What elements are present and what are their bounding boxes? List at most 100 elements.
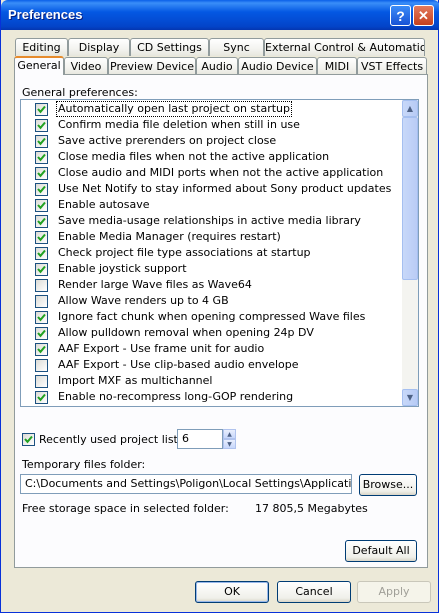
checkmark-icon bbox=[37, 265, 46, 274]
option-row[interactable]: Allow Wave renders up to 4 GB bbox=[21, 293, 404, 309]
option-label: Close audio and MIDI ports when not the … bbox=[58, 166, 384, 179]
option-row[interactable]: Ignore fact chunk when opening compresse… bbox=[21, 309, 404, 325]
close-icon: ✕ bbox=[418, 7, 429, 23]
option-checkbox[interactable] bbox=[35, 135, 48, 148]
option-row[interactable]: Enable autosave bbox=[21, 197, 404, 213]
option-label: Enable autosave bbox=[58, 198, 150, 211]
default-all-button[interactable]: Default All bbox=[345, 540, 417, 562]
chevron-down-icon: ▼ bbox=[406, 393, 414, 402]
general-preferences-heading: General preferences: bbox=[22, 86, 138, 99]
tab-external-control[interactable]: External Control & Automation bbox=[264, 38, 425, 56]
option-checkbox[interactable] bbox=[35, 247, 48, 260]
option-row[interactable]: Enable no-recompress long-GOP rendering bbox=[21, 389, 404, 405]
tab-cd-settings[interactable]: CD Settings bbox=[130, 38, 209, 56]
tab-display[interactable]: Display bbox=[68, 38, 130, 56]
option-label: Render large Wave files as Wave64 bbox=[58, 278, 252, 291]
option-row[interactable]: Allow pulldown removal when opening 24p … bbox=[21, 325, 404, 341]
option-row[interactable]: Close audio and MIDI ports when not the … bbox=[21, 165, 404, 181]
temp-folder-label: Temporary files folder: bbox=[22, 458, 146, 471]
cancel-button[interactable]: Cancel bbox=[277, 581, 351, 603]
checkmark-icon bbox=[37, 153, 46, 162]
tab-vst-effects[interactable]: VST Effects bbox=[357, 57, 427, 75]
option-label: Close media files when not the active ap… bbox=[58, 150, 330, 163]
option-row[interactable]: Enable joystick support bbox=[21, 261, 404, 277]
free-space-label: Free storage space in selected folder: bbox=[22, 502, 229, 515]
option-checkbox[interactable] bbox=[35, 199, 48, 212]
tab-audio-device[interactable]: Audio Device bbox=[238, 57, 317, 75]
option-row[interactable]: AAF Export - Use frame unit for audio bbox=[21, 341, 404, 357]
close-button[interactable]: ✕ bbox=[413, 5, 434, 26]
option-checkbox[interactable] bbox=[35, 327, 48, 340]
scroll-thumb[interactable] bbox=[402, 117, 418, 280]
title-bar[interactable]: Preferences ? ✕ bbox=[1, 0, 439, 30]
option-checkbox[interactable] bbox=[35, 263, 48, 276]
option-checkbox[interactable] bbox=[35, 391, 48, 404]
option-row[interactable]: Close media files when not the active ap… bbox=[21, 149, 404, 165]
option-label: Use Net Notify to stay informed about So… bbox=[58, 182, 392, 195]
option-checkbox[interactable] bbox=[35, 231, 48, 244]
scroll-up-button[interactable]: ▲ bbox=[402, 100, 418, 117]
tab-preview-device[interactable]: Preview Device bbox=[108, 57, 196, 75]
option-checkbox[interactable] bbox=[35, 359, 48, 372]
option-row[interactable]: AAF Export - Use clip-based audio envelo… bbox=[21, 357, 404, 373]
tab-video[interactable]: Video bbox=[64, 57, 108, 75]
question-icon: ? bbox=[396, 7, 405, 24]
scroll-down-button[interactable]: ▼ bbox=[402, 389, 418, 406]
option-checkbox[interactable] bbox=[35, 311, 48, 324]
preferences-window: Preferences ? ✕ Editing Display CD Setti… bbox=[0, 0, 439, 613]
option-label: Automatically open last project on start… bbox=[55, 101, 293, 117]
option-row[interactable]: Save active prerenders on project close bbox=[21, 133, 404, 149]
option-label: Enable Media Manager (requires restart) bbox=[58, 230, 281, 243]
checkmark-icon bbox=[37, 201, 46, 210]
option-row[interactable]: Import MXF as multichannel bbox=[21, 373, 404, 389]
checkmark-icon bbox=[37, 105, 46, 114]
option-row[interactable]: Render large Wave files as Wave64 bbox=[21, 277, 404, 293]
option-checkbox[interactable] bbox=[35, 151, 48, 164]
tab-editing[interactable]: Editing bbox=[15, 38, 68, 56]
option-checkbox[interactable] bbox=[35, 295, 48, 308]
option-checkbox[interactable] bbox=[35, 375, 48, 388]
help-button[interactable]: ? bbox=[390, 5, 411, 26]
option-label: Allow Wave renders up to 4 GB bbox=[58, 294, 229, 307]
option-row[interactable]: Confirm media file deletion when still i… bbox=[21, 117, 404, 133]
option-checkbox[interactable] bbox=[35, 103, 48, 116]
option-row[interactable]: Enable Media Manager (requires restart) bbox=[21, 229, 404, 245]
apply-button[interactable]: Apply bbox=[357, 581, 431, 603]
option-row[interactable]: Save media-usage relationships in active… bbox=[21, 213, 404, 229]
tab-audio[interactable]: Audio bbox=[196, 57, 238, 75]
tab-general[interactable]: General bbox=[14, 56, 64, 75]
checkmark-icon bbox=[37, 313, 46, 322]
checkmark-icon bbox=[37, 137, 46, 146]
tab-sync[interactable]: Sync bbox=[209, 38, 264, 56]
checkmark-icon bbox=[37, 345, 46, 354]
checkmark-icon bbox=[37, 233, 46, 242]
temp-folder-path-input[interactable]: C:\Documents and Settings\Poligon\Local … bbox=[20, 474, 352, 494]
option-checkbox[interactable] bbox=[35, 183, 48, 196]
checkmark-icon bbox=[24, 435, 33, 444]
free-space-value: 17 805,5 Megabytes bbox=[255, 502, 368, 515]
spin-down-button[interactable]: ▼ bbox=[223, 439, 236, 449]
ok-button[interactable]: OK bbox=[195, 581, 269, 603]
option-row[interactable]: Use Net Notify to stay informed about So… bbox=[21, 181, 404, 197]
option-label: Check project file type associations at … bbox=[58, 246, 311, 259]
option-row[interactable]: Check project file type associations at … bbox=[21, 245, 404, 261]
option-checkbox[interactable] bbox=[35, 215, 48, 228]
list-scrollbar[interactable]: ▲ ▼ bbox=[402, 100, 418, 406]
option-checkbox[interactable] bbox=[35, 167, 48, 180]
general-options-list[interactable]: Automatically open last project on start… bbox=[20, 99, 419, 407]
chevron-up-icon: ▲ bbox=[227, 430, 232, 438]
option-row[interactable]: Automatically open last project on start… bbox=[21, 101, 404, 117]
window-title: Preferences bbox=[8, 7, 83, 22]
recent-list-checkbox[interactable] bbox=[22, 433, 35, 446]
checkmark-icon bbox=[37, 329, 46, 338]
browse-button[interactable]: Browse... bbox=[359, 474, 417, 496]
spin-up-button[interactable]: ▲ bbox=[223, 429, 236, 439]
recent-list-count-input[interactable]: 6 bbox=[177, 429, 223, 449]
option-checkbox[interactable] bbox=[35, 343, 48, 356]
option-label: AAF Export - Use frame unit for audio bbox=[58, 342, 265, 355]
tab-midi[interactable]: MIDI bbox=[317, 57, 357, 75]
option-checkbox[interactable] bbox=[35, 279, 48, 292]
option-label: Ignore fact chunk when opening compresse… bbox=[58, 310, 366, 323]
checkmark-icon bbox=[37, 217, 46, 226]
option-checkbox[interactable] bbox=[35, 119, 48, 132]
